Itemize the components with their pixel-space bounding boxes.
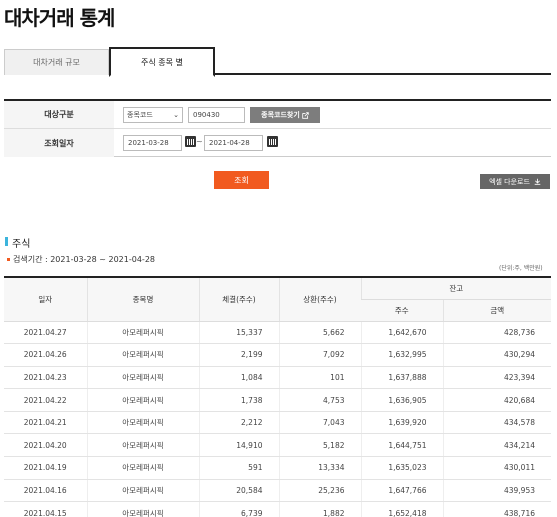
cell-balance-shares: 1,644,751 bbox=[360, 433, 443, 458]
cell-balance-amount: 420,684 bbox=[442, 388, 551, 412]
cell-balance-amount: 434,214 bbox=[442, 433, 551, 458]
stock-lending-table: 일자 종목명 체결(주수) 상환(주수) 잔고 주수 금액 2021.04.27… bbox=[4, 276, 551, 517]
cell-date: 2021.04.26 bbox=[4, 343, 87, 367]
cell-balance-shares: 1,642,670 bbox=[360, 321, 443, 345]
cell-balance-shares: 1,637,888 bbox=[360, 366, 443, 390]
tab-lending-volume[interactable]: 대차거래 규모 bbox=[4, 49, 109, 75]
tab-by-stock[interactable]: 주식 종목 별 bbox=[109, 47, 215, 77]
cell-repaid: 7,092 bbox=[278, 343, 361, 367]
cell-repaid: 5,662 bbox=[278, 321, 361, 345]
cell-date: 2021.04.27 bbox=[4, 321, 87, 345]
cell-stock-name: 아모레퍼시픽 bbox=[86, 388, 199, 412]
cell-stock-name: 아모레퍼시픽 bbox=[86, 343, 199, 367]
find-code-label: 종목코드찾기 bbox=[261, 111, 300, 119]
header-stock-name: 종목명 bbox=[86, 276, 199, 322]
tab-bar: 대차거래 규모 주식 종목 별 bbox=[4, 47, 551, 77]
date-from-input[interactable]: 2021-03-28 bbox=[123, 135, 182, 151]
table-row: 2021.04.26 아모레퍼시픽 2,199 7,092 1,632,995 430,2… bbox=[4, 343, 551, 367]
header-balance-amount: 금액 bbox=[442, 299, 551, 322]
target-select-value: 종목코드 bbox=[127, 111, 153, 119]
table-row: 2021.04.15 아모레퍼시픽 6,739 1,882 1,652,418 438,7… bbox=[4, 501, 551, 517]
cell-date: 2021.04.15 bbox=[4, 501, 87, 517]
find-code-button[interactable]: 종목코드찾기 bbox=[250, 107, 320, 123]
cell-stock-name: 아모레퍼시픽 bbox=[86, 479, 199, 503]
cell-repaid: 7,043 bbox=[278, 411, 361, 435]
search-row-target: 대상구분 종목코드 ⌄ 090430 종목코드찾기 bbox=[4, 101, 551, 129]
cell-balance-amount: 428,736 bbox=[442, 321, 551, 345]
cell-date: 2021.04.23 bbox=[4, 366, 87, 390]
date-label: 조회일자 bbox=[4, 129, 114, 157]
page-title: 대차거래 통계 bbox=[4, 6, 115, 30]
cell-executed: 15,337 bbox=[198, 321, 279, 345]
cell-executed: 2,212 bbox=[198, 411, 279, 435]
cell-stock-name: 아모레퍼시픽 bbox=[86, 366, 199, 390]
header-date: 일자 bbox=[4, 276, 87, 322]
chevron-down-icon: ⌄ bbox=[173, 111, 179, 119]
cell-executed: 6,739 bbox=[198, 501, 279, 517]
date-to-input[interactable]: 2021-04-28 bbox=[204, 135, 263, 151]
table-row: 2021.04.16 아모레퍼시픽 20,584 25,236 1,647,766 439… bbox=[4, 479, 551, 503]
download-icon bbox=[534, 178, 541, 185]
cell-stock-name: 아모레퍼시픽 bbox=[86, 501, 199, 517]
date-separator: ~ bbox=[196, 137, 203, 146]
external-link-icon bbox=[302, 111, 309, 119]
table-row: 2021.04.19 아모레퍼시픽 591 13,334 1,635,023 430,01… bbox=[4, 456, 551, 480]
target-select[interactable]: 종목코드 ⌄ bbox=[123, 107, 183, 123]
cell-repaid: 5,182 bbox=[278, 433, 361, 458]
cell-balance-amount: 423,394 bbox=[442, 366, 551, 390]
excel-download-button[interactable]: 엑셀 다운로드 bbox=[480, 174, 550, 189]
cell-stock-name: 아모레퍼시픽 bbox=[86, 456, 199, 480]
search-button[interactable]: 조회 bbox=[214, 171, 269, 189]
table-row: 2021.04.22 아모레퍼시픽 1,738 4,753 1,636,905 420,6… bbox=[4, 388, 551, 412]
cell-balance-amount: 430,011 bbox=[442, 456, 551, 480]
cell-balance-shares: 1,632,995 bbox=[360, 343, 443, 367]
cell-repaid: 101 bbox=[278, 366, 361, 390]
cell-stock-name: 아모레퍼시픽 bbox=[86, 411, 199, 435]
cell-repaid: 25,236 bbox=[278, 479, 361, 503]
excel-download-label: 엑셀 다운로드 bbox=[489, 177, 530, 186]
table-row: 2021.04.20 아모레퍼시픽 14,910 5,182 1,644,751 434,… bbox=[4, 433, 551, 458]
cell-balance-amount: 434,578 bbox=[442, 411, 551, 435]
cell-date: 2021.04.19 bbox=[4, 456, 87, 480]
table-row: 2021.04.23 아모레퍼시픽 1,084 101 1,637,888 423,394 bbox=[4, 366, 551, 390]
unit-note: (단위:주, 백만원) bbox=[499, 265, 543, 272]
search-form: 대상구분 종목코드 ⌄ 090430 종목코드찾기 조회일자 2021-03-2… bbox=[4, 99, 551, 157]
cell-balance-shares: 1,636,905 bbox=[360, 388, 443, 412]
header-balance: 잔고 bbox=[360, 276, 551, 300]
cell-balance-amount: 430,294 bbox=[442, 343, 551, 367]
header-balance-shares: 주수 bbox=[361, 299, 443, 322]
stock-code-input[interactable]: 090430 bbox=[188, 107, 245, 123]
cell-balance-shares: 1,635,023 bbox=[360, 456, 443, 480]
calendar-icon[interactable] bbox=[267, 136, 278, 147]
cell-balance-shares: 1,647,766 bbox=[360, 479, 443, 503]
cell-repaid: 1,882 bbox=[278, 501, 361, 517]
cell-stock-name: 아모레퍼시픽 bbox=[86, 321, 199, 345]
header-repaid: 상환(주수) bbox=[278, 276, 361, 322]
target-label: 대상구분 bbox=[4, 101, 114, 128]
cell-executed: 591 bbox=[198, 456, 279, 480]
header-executed: 체결(주수) bbox=[198, 276, 279, 322]
cell-executed: 14,910 bbox=[198, 433, 279, 458]
cell-balance-shares: 1,639,920 bbox=[360, 411, 443, 435]
cell-executed: 1,084 bbox=[198, 366, 279, 390]
cell-repaid: 13,334 bbox=[278, 456, 361, 480]
cell-date: 2021.04.22 bbox=[4, 388, 87, 412]
cell-executed: 20,584 bbox=[198, 479, 279, 503]
search-period: 검색기간 : 2021-03-28 ~ 2021-04-28 bbox=[7, 254, 155, 265]
cell-balance-shares: 1,652,418 bbox=[360, 501, 443, 517]
cell-executed: 1,738 bbox=[198, 388, 279, 412]
table-row: 2021.04.27 아모레퍼시픽 15,337 5,662 1,642,670 428,… bbox=[4, 321, 551, 345]
section-title: 주식 bbox=[5, 235, 30, 250]
cell-date: 2021.04.16 bbox=[4, 479, 87, 503]
cell-stock-name: 아모레퍼시픽 bbox=[86, 433, 199, 458]
cell-executed: 2,199 bbox=[198, 343, 279, 367]
cell-repaid: 4,753 bbox=[278, 388, 361, 412]
table-row: 2021.04.21 아모레퍼시픽 2,212 7,043 1,639,920 434,5… bbox=[4, 411, 551, 435]
calendar-icon[interactable] bbox=[185, 136, 196, 147]
cell-date: 2021.04.21 bbox=[4, 411, 87, 435]
cell-balance-amount: 439,953 bbox=[442, 479, 551, 503]
cell-date: 2021.04.20 bbox=[4, 433, 87, 458]
search-row-date: 조회일자 2021-03-28 ~ 2021-04-28 bbox=[4, 129, 551, 157]
cell-balance-amount: 438,716 bbox=[442, 501, 551, 517]
